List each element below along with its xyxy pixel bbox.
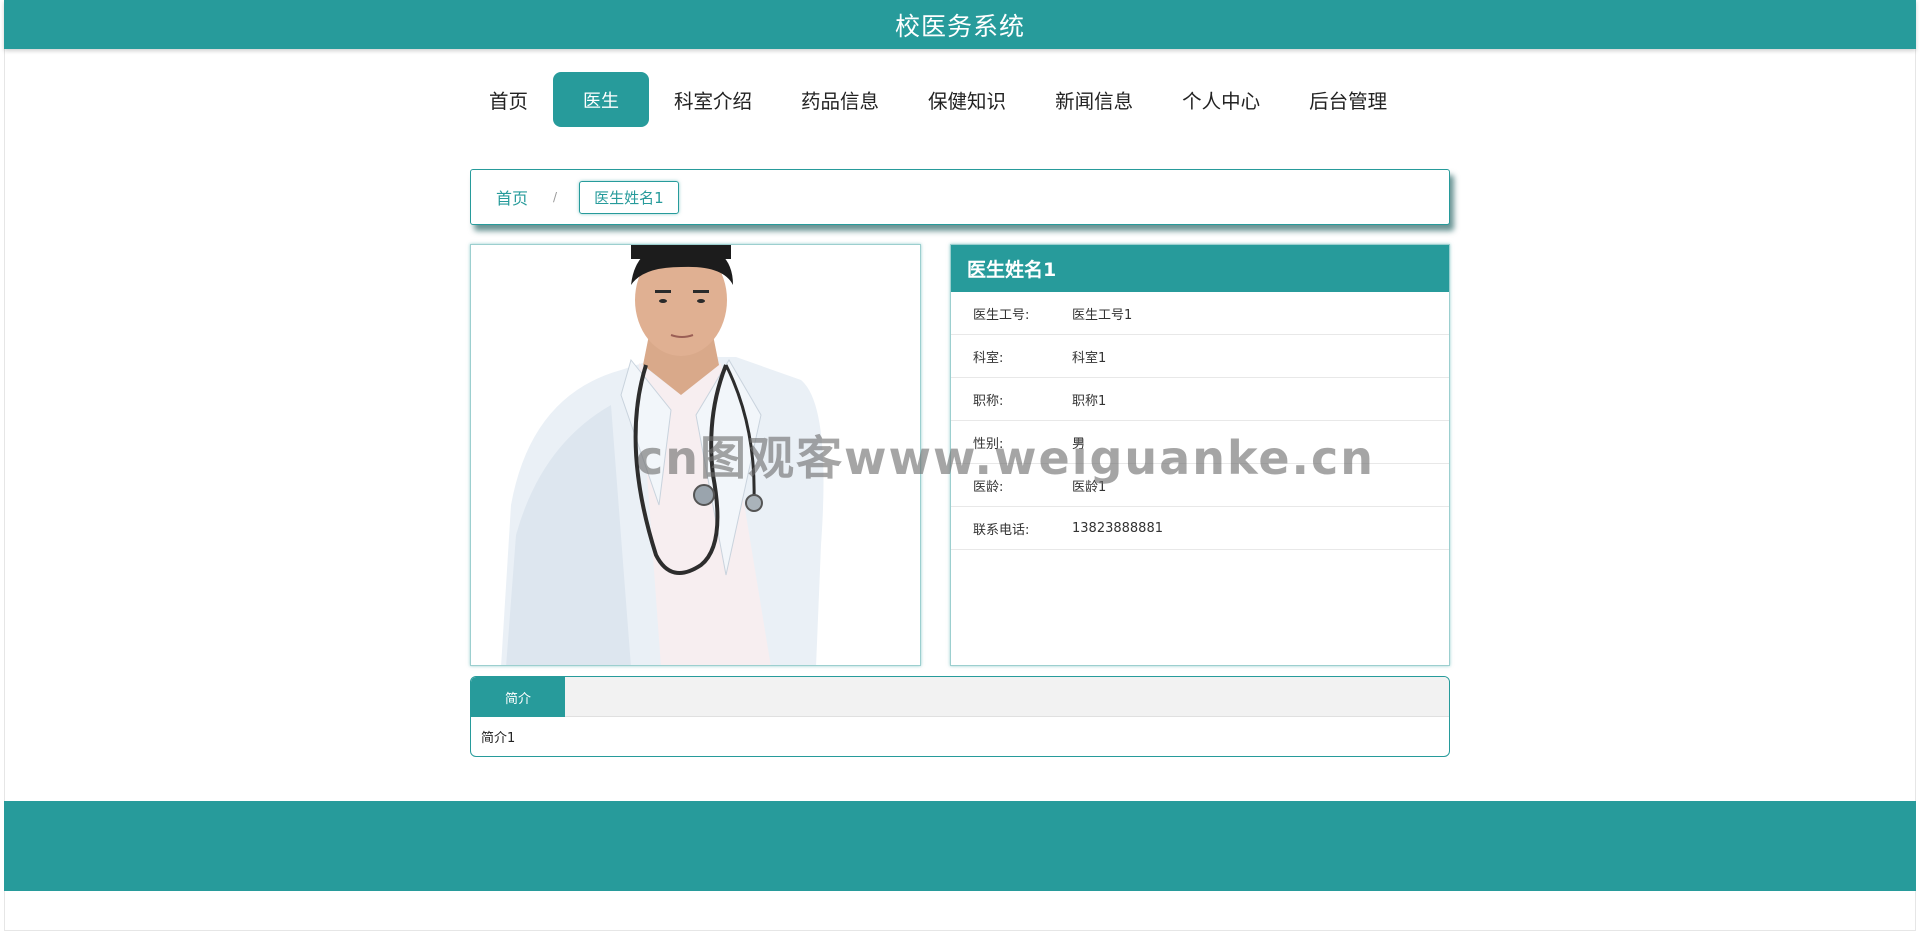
info-row-staff-id: 医生工号: 医生工号1 <box>951 292 1449 335</box>
info-row-experience: 医龄: 医龄1 <box>951 464 1449 507</box>
nav-item-doctor[interactable]: 医生 <box>553 72 650 127</box>
breadcrumb: 首页 / 医生姓名1 <box>470 169 1450 225</box>
info-value: 职称1 <box>1072 393 1107 409</box>
nav-item-medicine[interactable]: 药品信息 <box>777 72 903 127</box>
app-title: 校医务系统 <box>894 11 1025 41</box>
page-footer <box>4 801 1916 891</box>
breadcrumb-separator: / <box>553 190 558 204</box>
nav-item-home[interactable]: 首页 <box>465 72 552 127</box>
nav-item-news[interactable]: 新闻信息 <box>1031 72 1157 127</box>
info-label: 性别: <box>973 436 1004 452</box>
info-label: 联系电话: <box>973 522 1030 538</box>
nav-item-profile[interactable]: 个人中心 <box>1158 72 1284 127</box>
app-header: 校医务系统 <box>4 0 1916 49</box>
doctor-name-heading: 医生姓名1 <box>951 245 1449 292</box>
doctor-info-card: 医生姓名1 医生工号: 医生工号1 科室: 科室1 职称: 职称1 性别: 男 … <box>950 244 1450 666</box>
nav-item-admin[interactable]: 后台管理 <box>1285 72 1411 127</box>
info-value: 男 <box>1072 436 1086 452</box>
info-value: 科室1 <box>1072 350 1107 366</box>
tab-intro[interactable]: 简介 <box>471 677 565 717</box>
intro-content: 简介1 <box>481 731 516 746</box>
doctor-photo <box>470 244 921 666</box>
info-row-department: 科室: 科室1 <box>951 335 1449 378</box>
main-nav: 首页 医生 科室介绍 药品信息 保健知识 新闻信息 个人中心 后台管理 <box>465 72 1412 127</box>
info-row-gender: 性别: 男 <box>951 421 1449 464</box>
info-value: 13823888881 <box>1072 520 1163 536</box>
breadcrumb-home-link[interactable]: 首页 <box>496 185 528 209</box>
info-value: 医龄1 <box>1072 479 1107 495</box>
info-label: 科室: <box>973 350 1004 366</box>
intro-tab-bar: 简介 <box>471 677 1449 717</box>
breadcrumb-current: 医生姓名1 <box>579 180 679 214</box>
doctor-portrait-image <box>471 245 920 665</box>
info-label: 医龄: <box>973 479 1004 495</box>
info-label: 职称: <box>973 393 1004 409</box>
nav-item-departments[interactable]: 科室介绍 <box>650 72 776 127</box>
intro-panel: 简介 简介1 <box>470 676 1450 757</box>
nav-item-health[interactable]: 保健知识 <box>904 72 1030 127</box>
info-row-phone: 联系电话: 13823888881 <box>951 507 1449 550</box>
info-label: 医生工号: <box>973 307 1030 323</box>
info-value: 医生工号1 <box>1072 307 1133 323</box>
info-row-title: 职称: 职称1 <box>951 378 1449 421</box>
